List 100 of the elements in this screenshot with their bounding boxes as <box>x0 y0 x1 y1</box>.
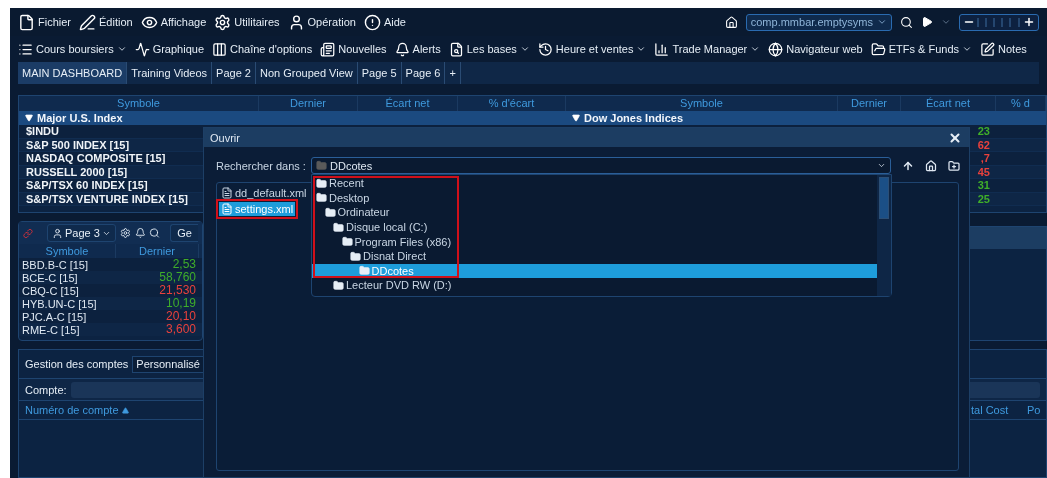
table-cell: BBD.B-C [15] <box>22 258 89 271</box>
table-cell: RUSSELL 2000 [15] <box>26 165 128 178</box>
folder-icon <box>333 221 344 233</box>
tab[interactable]: + <box>445 62 461 84</box>
menu-item[interactable]: Édition <box>79 13 133 31</box>
toolbar-button[interactable]: ETFs & Funds <box>870 41 973 57</box>
panel-title: Gestion des comptes <box>25 358 129 370</box>
folder-icon <box>870 41 886 57</box>
toolbar-button[interactable]: Graphique <box>134 41 204 57</box>
table-cell: 20,10 <box>165 310 196 323</box>
scale-ticks-icon <box>977 17 1021 27</box>
new-folder-icon[interactable] <box>947 159 960 172</box>
gear-icon[interactable] <box>119 227 131 239</box>
table-cell: 25 <box>977 192 990 205</box>
file-item[interactable]: dd_default.xml <box>219 186 309 200</box>
search-icon[interactable] <box>149 227 161 239</box>
folder-icon <box>316 192 327 204</box>
folder-icon <box>316 160 327 171</box>
note-icon <box>980 41 996 57</box>
collapse-triangle-icon[interactable] <box>25 114 33 122</box>
toolbar-button[interactable]: Cours boursiers <box>18 41 127 57</box>
play-icon[interactable] <box>921 16 933 28</box>
menu-item[interactable]: Aide <box>363 13 406 31</box>
menu-item[interactable]: Affichage <box>140 13 207 31</box>
table-cell: 58,760 <box>159 271 196 284</box>
tab[interactable]: Ge <box>170 224 198 242</box>
column-header[interactable]: Numéro de compte <box>25 404 129 416</box>
table-cell: 45 <box>977 165 990 178</box>
menu-item[interactable]: Fichier <box>18 13 71 31</box>
group-row[interactable]: Dow Jones Indices <box>566 111 1046 125</box>
file-icon <box>221 203 233 215</box>
toolbar-button[interactable]: Heure et ventes <box>537 41 647 57</box>
tab[interactable]: Non Grouped View <box>255 62 358 84</box>
page-dropdown[interactable]: Page 3 <box>46 224 116 242</box>
group-title: Major U.S. Index <box>37 112 123 124</box>
folder-item[interactable]: Desktop <box>312 190 877 206</box>
folder-item[interactable]: Disque local (C:) <box>312 219 877 235</box>
table-cell: BCE-C [15] <box>22 271 78 284</box>
table-cell: 62 <box>977 138 990 151</box>
home-icon[interactable] <box>924 159 937 172</box>
pencil-icon <box>79 13 96 31</box>
toolbar-button[interactable]: Navigateur web <box>768 41 863 57</box>
caret-icon <box>962 44 973 54</box>
plus-icon[interactable] <box>1023 16 1035 28</box>
folder-item[interactable]: Lecteur DVD RW (D:) <box>312 278 877 293</box>
caret-icon <box>750 44 761 54</box>
up-arrow-icon[interactable] <box>901 159 914 172</box>
bell-icon <box>394 41 410 57</box>
folder-item[interactable]: Ordinateur <box>312 205 877 220</box>
menu-item[interactable]: Opération <box>287 13 356 31</box>
toolbar-button[interactable]: Chaîne d'options <box>212 41 313 57</box>
caret-icon <box>116 44 127 54</box>
toolbar-button[interactable]: Alerts <box>394 41 441 57</box>
tab[interactable]: Page 5 <box>357 62 402 84</box>
field-label: Compte: <box>25 383 67 396</box>
table-cell: 3,600 <box>165 323 196 336</box>
tab[interactable]: Page 6 <box>401 62 446 84</box>
sort-up-icon <box>121 406 129 414</box>
folder-icon <box>350 250 361 262</box>
table-cell: 31 <box>977 179 990 192</box>
tab[interactable]: Page 2 <box>212 62 256 84</box>
toolbar-button[interactable]: Notes <box>980 41 1027 57</box>
table-cell: 2,53 <box>172 258 196 271</box>
column-header[interactable]: Po <box>1027 404 1041 416</box>
folder-item[interactable]: Recent <box>312 176 877 191</box>
search-icon[interactable] <box>900 15 913 29</box>
view-dropdown[interactable]: Personnalisé <box>132 355 204 373</box>
scrollbar[interactable] <box>877 175 891 296</box>
group-row[interactable]: Major U.S. Index <box>19 111 566 125</box>
table-cell: 21,530 <box>159 284 196 297</box>
collapse-triangle-icon[interactable] <box>572 114 580 122</box>
bars-icon <box>654 41 670 57</box>
toolbar-button[interactable]: Trade Manager <box>654 41 761 57</box>
globe-icon <box>768 41 784 57</box>
caret-icon <box>877 17 887 27</box>
tab[interactable]: MAIN DASHBOARD <box>18 62 128 84</box>
bell-icon[interactable] <box>134 227 146 239</box>
toolbar-button[interactable]: Les bases <box>448 41 530 57</box>
caret-icon <box>519 44 530 54</box>
folder-item[interactable]: Program Files (x86) <box>312 234 877 249</box>
table-cell: HYB.UN-C [15] <box>22 297 97 310</box>
symbol-dropdown[interactable]: comp.mmbar.emptysyms <box>745 13 892 31</box>
table-cell: ,7 <box>980 152 990 165</box>
table-cell: S&P/TSX VENTURE INDEX [15] <box>26 192 188 205</box>
group-title: Dow Jones Indices <box>584 112 684 124</box>
list-icon <box>18 41 33 57</box>
table-cell: PJC.A-C [15] <box>22 310 87 323</box>
toolbar-button[interactable]: Nouvelles <box>320 41 387 57</box>
menu-item[interactable]: Utilitaires <box>214 13 280 31</box>
table-cell: S&P/TSX 60 INDEX [15] <box>26 179 148 192</box>
tab[interactable]: Training Videos <box>127 62 213 84</box>
column-header[interactable]: tal Cost <box>971 404 1009 416</box>
table-cell: $INDU <box>26 125 59 138</box>
folder-dropdown[interactable]: DDcotes <box>311 157 891 174</box>
caret-icon <box>877 161 886 170</box>
caret-icon <box>636 44 647 54</box>
caret-icon[interactable] <box>941 17 951 27</box>
folder-item[interactable]: Disnat Direct <box>312 248 877 264</box>
folder-icon <box>316 177 327 189</box>
folder-icon <box>324 207 336 218</box>
